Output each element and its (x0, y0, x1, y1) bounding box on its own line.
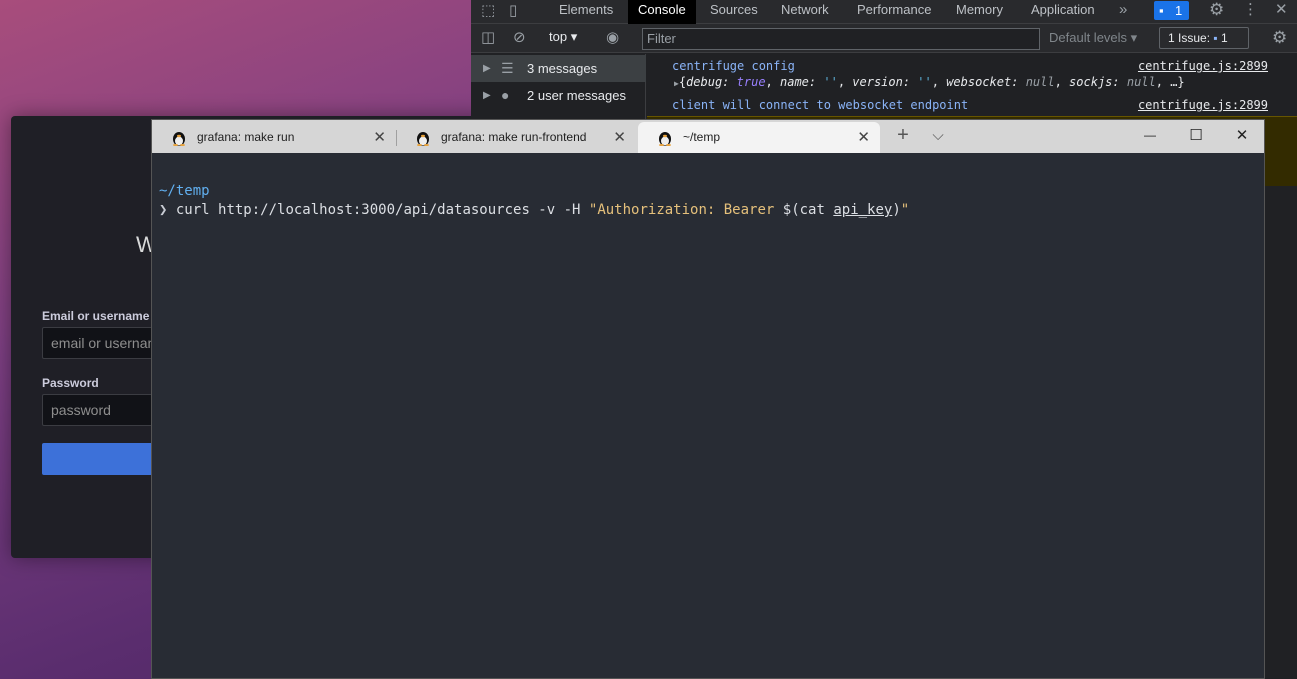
email-label: Email or username (42, 309, 150, 323)
tab-dropdown-button[interactable]: ⌵ (915, 120, 961, 153)
dropdown-arrow-icon: ▾ (1130, 30, 1138, 45)
tab-console[interactable]: Console (628, 0, 696, 24)
console-message: client will connect to websocket endpoin… (672, 98, 969, 112)
source-link[interactable]: centrifuge.js:2899 (1138, 98, 1268, 112)
clear-console-icon[interactable]: ⊘ (513, 29, 526, 47)
linux-tux-icon (173, 132, 185, 146)
terminal-tab[interactable]: grafana: make run-frontend ✕ (396, 122, 636, 153)
prompt-symbol: ❯ (159, 202, 168, 218)
command-text: curl http://localhost:3000/api/datasourc… (175, 202, 589, 218)
minimize-button[interactable]: — (1127, 120, 1173, 153)
source-link[interactable]: centrifuge.js:2899 (1138, 59, 1268, 73)
list-icon: ☰ (501, 60, 514, 76)
tab-label: grafana: make run (197, 130, 295, 144)
sidebar-item-user-messages[interactable]: ▶ ● 2 user messages (471, 82, 646, 109)
current-directory: ~/temp (159, 183, 210, 199)
console-settings-icon[interactable]: ⚙ (1272, 29, 1287, 47)
tab-memory[interactable]: Memory (946, 0, 1013, 24)
expand-triangle-icon: ▶ (483, 90, 491, 101)
dropdown-arrow-icon: ▾ (570, 29, 578, 44)
device-toolbar-icon[interactable]: ▯ (509, 2, 517, 20)
terminal-tab-active[interactable]: ~/temp ✕ (638, 122, 880, 153)
log-levels-dropdown[interactable]: Default levels ▾ (1049, 28, 1137, 48)
tab-elements[interactable]: Elements (549, 0, 623, 24)
password-label: Password (42, 376, 99, 390)
close-window-button[interactable]: ✕ (1219, 120, 1265, 153)
terminal-titlebar: grafana: make run ✕ grafana: make run-fr… (152, 120, 1264, 153)
close-tab-icon[interactable]: ✕ (857, 122, 870, 153)
terminal-window: grafana: make run ✕ grafana: make run-fr… (151, 119, 1265, 679)
sidebar-item-messages[interactable]: ▶ ☰ 3 messages (471, 55, 646, 82)
linux-tux-icon (417, 132, 429, 146)
sidebar-toggle-icon[interactable]: ◫ (481, 29, 495, 47)
command-subshell-close: ) (892, 202, 901, 218)
user-icon: ● (501, 87, 510, 103)
object-preview[interactable]: ▶{debug: true, name: '', version: '', we… (674, 75, 1185, 89)
close-tab-icon[interactable]: ✕ (613, 122, 626, 153)
messages-badge[interactable]: ▪ 1 (1154, 1, 1189, 20)
command-subshell-open: $(cat (782, 202, 834, 218)
settings-gear-icon[interactable]: ⚙ (1209, 1, 1224, 19)
tab-label: grafana: make run-frontend (441, 130, 587, 144)
maximize-button[interactable]: ☐ (1173, 120, 1219, 153)
tab-network[interactable]: Network (771, 0, 839, 24)
linux-tux-icon (659, 132, 671, 146)
command-file-arg: api_key (833, 202, 893, 218)
terminal-tab[interactable]: grafana: make run ✕ (152, 122, 396, 153)
inspect-element-icon[interactable]: ⬚ (481, 2, 495, 20)
filter-input[interactable]: Filter (642, 28, 1040, 50)
console-message: centrifuge config (672, 59, 795, 73)
tab-sources[interactable]: Sources (700, 0, 768, 24)
issue-icon: ▪ (1213, 31, 1218, 45)
more-tabs-icon[interactable]: » (1119, 1, 1127, 19)
expand-triangle-icon: ▶ (483, 63, 491, 74)
close-icon[interactable]: ✕ (1275, 1, 1288, 19)
close-tab-icon[interactable]: ✕ (373, 122, 386, 153)
tab-performance[interactable]: Performance (847, 0, 941, 24)
command-string: "Authorization: Bearer (588, 202, 783, 218)
terminal-output[interactable]: ~/temp ❯ curl http://localhost:3000/api/… (159, 182, 909, 220)
chat-icon: ▪ (1159, 3, 1164, 18)
kebab-menu-icon[interactable]: ⋮ (1243, 1, 1258, 19)
tab-application[interactable]: Application (1021, 0, 1105, 24)
context-selector[interactable]: top ▾ (549, 29, 577, 45)
live-expression-eye-icon[interactable]: ◉ (606, 29, 619, 47)
command-string-end: " (900, 202, 910, 218)
tab-label: ~/temp (683, 130, 721, 144)
issues-button[interactable]: 1 Issue: ▪ 1 (1159, 27, 1249, 49)
devtools-tab-bar: ⬚ ▯ Elements Console Sources Network Per… (471, 0, 1297, 24)
console-toolbar: ◫ ⊘ top ▾ ◉ Filter Default levels ▾ 1 Is… (471, 24, 1297, 53)
